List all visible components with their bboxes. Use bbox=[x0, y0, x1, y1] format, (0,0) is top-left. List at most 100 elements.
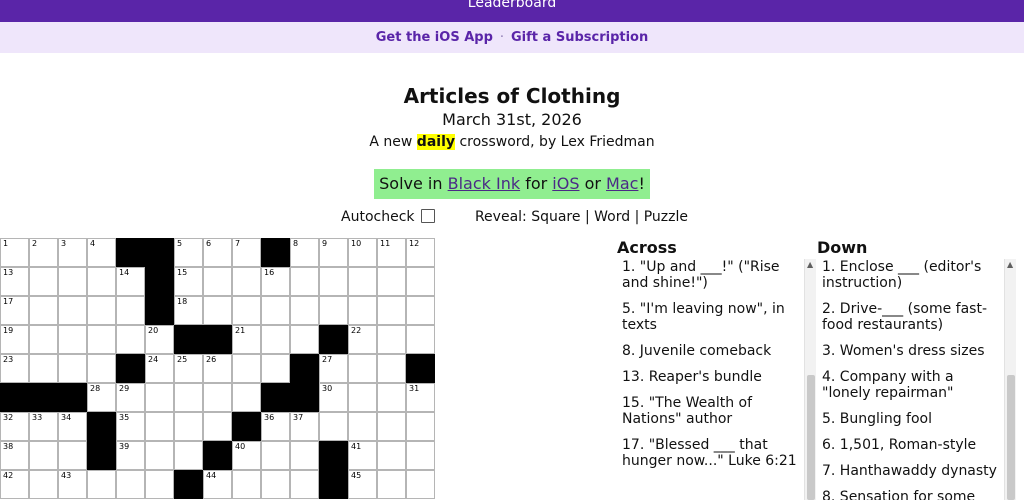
grid-square[interactable]: 11 bbox=[377, 238, 406, 267]
grid-square[interactable]: 20 bbox=[145, 325, 174, 354]
grid-square[interactable] bbox=[348, 296, 377, 325]
grid-square[interactable] bbox=[406, 412, 435, 441]
grid-square[interactable] bbox=[319, 296, 348, 325]
grid-square[interactable]: 40 bbox=[232, 441, 261, 470]
scroll-thumb[interactable] bbox=[1007, 375, 1015, 500]
grid-square[interactable]: 4 bbox=[87, 238, 116, 267]
grid-square[interactable] bbox=[87, 267, 116, 296]
grid-square[interactable] bbox=[319, 267, 348, 296]
grid-square[interactable]: 31 bbox=[406, 383, 435, 412]
grid-square[interactable] bbox=[87, 470, 116, 499]
across-clue[interactable]: 1. "Up and ___!" ("Rise and shine!") bbox=[622, 259, 802, 291]
grid-square[interactable]: 24 bbox=[145, 354, 174, 383]
grid-square[interactable] bbox=[348, 354, 377, 383]
scroll-up-icon[interactable]: ▲ bbox=[1007, 261, 1013, 269]
black-ink-link[interactable]: Black Ink bbox=[448, 174, 521, 193]
grid-square[interactable] bbox=[348, 412, 377, 441]
grid-square[interactable] bbox=[58, 325, 87, 354]
grid-square[interactable]: 28 bbox=[87, 383, 116, 412]
grid-square[interactable] bbox=[406, 267, 435, 296]
grid-square[interactable]: 44 bbox=[203, 470, 232, 499]
grid-square[interactable] bbox=[174, 412, 203, 441]
grid-square[interactable] bbox=[261, 354, 290, 383]
scroll-thumb[interactable] bbox=[807, 375, 815, 500]
grid-square[interactable] bbox=[290, 325, 319, 354]
grid-square[interactable] bbox=[377, 441, 406, 470]
grid-square[interactable] bbox=[29, 470, 58, 499]
grid-square[interactable] bbox=[203, 267, 232, 296]
grid-square[interactable]: 38 bbox=[0, 441, 29, 470]
across-clue[interactable]: 17. "Blessed ___ that hunger now..." Luk… bbox=[622, 437, 802, 469]
grid-square[interactable] bbox=[145, 441, 174, 470]
grid-square[interactable]: 29 bbox=[116, 383, 145, 412]
grid-square[interactable]: 5 bbox=[174, 238, 203, 267]
grid-square[interactable]: 33 bbox=[29, 412, 58, 441]
grid-square[interactable] bbox=[406, 470, 435, 499]
grid-square[interactable]: 35 bbox=[116, 412, 145, 441]
reveal-word-link[interactable]: Word bbox=[594, 209, 630, 225]
grid-square[interactable] bbox=[87, 296, 116, 325]
grid-square[interactable] bbox=[87, 354, 116, 383]
grid-square[interactable] bbox=[203, 412, 232, 441]
grid-square[interactable] bbox=[87, 325, 116, 354]
reveal-puzzle-link[interactable]: Puzzle bbox=[644, 209, 688, 225]
down-clue[interactable]: 1. Enclose ___ (editor's instruction) bbox=[822, 259, 1002, 291]
grid-square[interactable]: 13 bbox=[0, 267, 29, 296]
grid-square[interactable]: 15 bbox=[174, 267, 203, 296]
across-clue[interactable]: 15. "The Wealth of Nations" author bbox=[622, 395, 802, 427]
grid-square[interactable]: 14 bbox=[116, 267, 145, 296]
grid-square[interactable]: 42 bbox=[0, 470, 29, 499]
down-clue[interactable]: 3. Women's dress sizes bbox=[822, 343, 1002, 359]
grid-square[interactable]: 22 bbox=[348, 325, 377, 354]
grid-square[interactable]: 39 bbox=[116, 441, 145, 470]
grid-square[interactable] bbox=[58, 354, 87, 383]
grid-square[interactable]: 25 bbox=[174, 354, 203, 383]
grid-square[interactable] bbox=[319, 412, 348, 441]
grid-square[interactable] bbox=[261, 325, 290, 354]
grid-square[interactable] bbox=[377, 325, 406, 354]
down-clue[interactable]: 4. Company with a "lonely repairman" bbox=[822, 369, 1002, 401]
grid-square[interactable] bbox=[116, 296, 145, 325]
down-clue[interactable]: 6. 1,501, Roman-style bbox=[822, 437, 1002, 453]
scroll-up-icon[interactable]: ▲ bbox=[807, 261, 813, 269]
grid-square[interactable] bbox=[406, 441, 435, 470]
across-clue[interactable]: 13. Reaper's bundle bbox=[622, 369, 802, 385]
grid-square[interactable] bbox=[116, 325, 145, 354]
grid-square[interactable] bbox=[145, 383, 174, 412]
grid-square[interactable] bbox=[261, 470, 290, 499]
grid-square[interactable]: 26 bbox=[203, 354, 232, 383]
grid-square[interactable] bbox=[377, 296, 406, 325]
grid-square[interactable] bbox=[232, 354, 261, 383]
grid-square[interactable] bbox=[377, 383, 406, 412]
mac-link[interactable]: Mac bbox=[606, 174, 638, 193]
grid-square[interactable] bbox=[348, 267, 377, 296]
grid-square[interactable] bbox=[29, 441, 58, 470]
grid-square[interactable] bbox=[174, 383, 203, 412]
grid-square[interactable] bbox=[58, 267, 87, 296]
grid-square[interactable] bbox=[29, 354, 58, 383]
grid-square[interactable] bbox=[348, 383, 377, 412]
grid-square[interactable]: 17 bbox=[0, 296, 29, 325]
grid-square[interactable]: 30 bbox=[319, 383, 348, 412]
grid-square[interactable]: 3 bbox=[58, 238, 87, 267]
grid-square[interactable] bbox=[29, 296, 58, 325]
grid-square[interactable] bbox=[174, 441, 203, 470]
grid-square[interactable] bbox=[29, 267, 58, 296]
grid-square[interactable]: 7 bbox=[232, 238, 261, 267]
grid-square[interactable]: 6 bbox=[203, 238, 232, 267]
across-clue[interactable]: 5. "I'm leaving now", in texts bbox=[622, 301, 802, 333]
grid-square[interactable] bbox=[290, 296, 319, 325]
grid-square[interactable] bbox=[232, 383, 261, 412]
grid-square[interactable]: 16 bbox=[261, 267, 290, 296]
grid-square[interactable] bbox=[116, 470, 145, 499]
grid-square[interactable] bbox=[290, 267, 319, 296]
grid-square[interactable]: 37 bbox=[290, 412, 319, 441]
grid-square[interactable]: 36 bbox=[261, 412, 290, 441]
across-scrollbar[interactable]: ▲ bbox=[804, 259, 816, 500]
grid-square[interactable]: 18 bbox=[174, 296, 203, 325]
down-scrollbar[interactable]: ▲ bbox=[1004, 259, 1016, 500]
autocheck-checkbox[interactable] bbox=[420, 209, 435, 223]
grid-square[interactable] bbox=[58, 441, 87, 470]
grid-square[interactable]: 21 bbox=[232, 325, 261, 354]
grid-square[interactable] bbox=[261, 296, 290, 325]
